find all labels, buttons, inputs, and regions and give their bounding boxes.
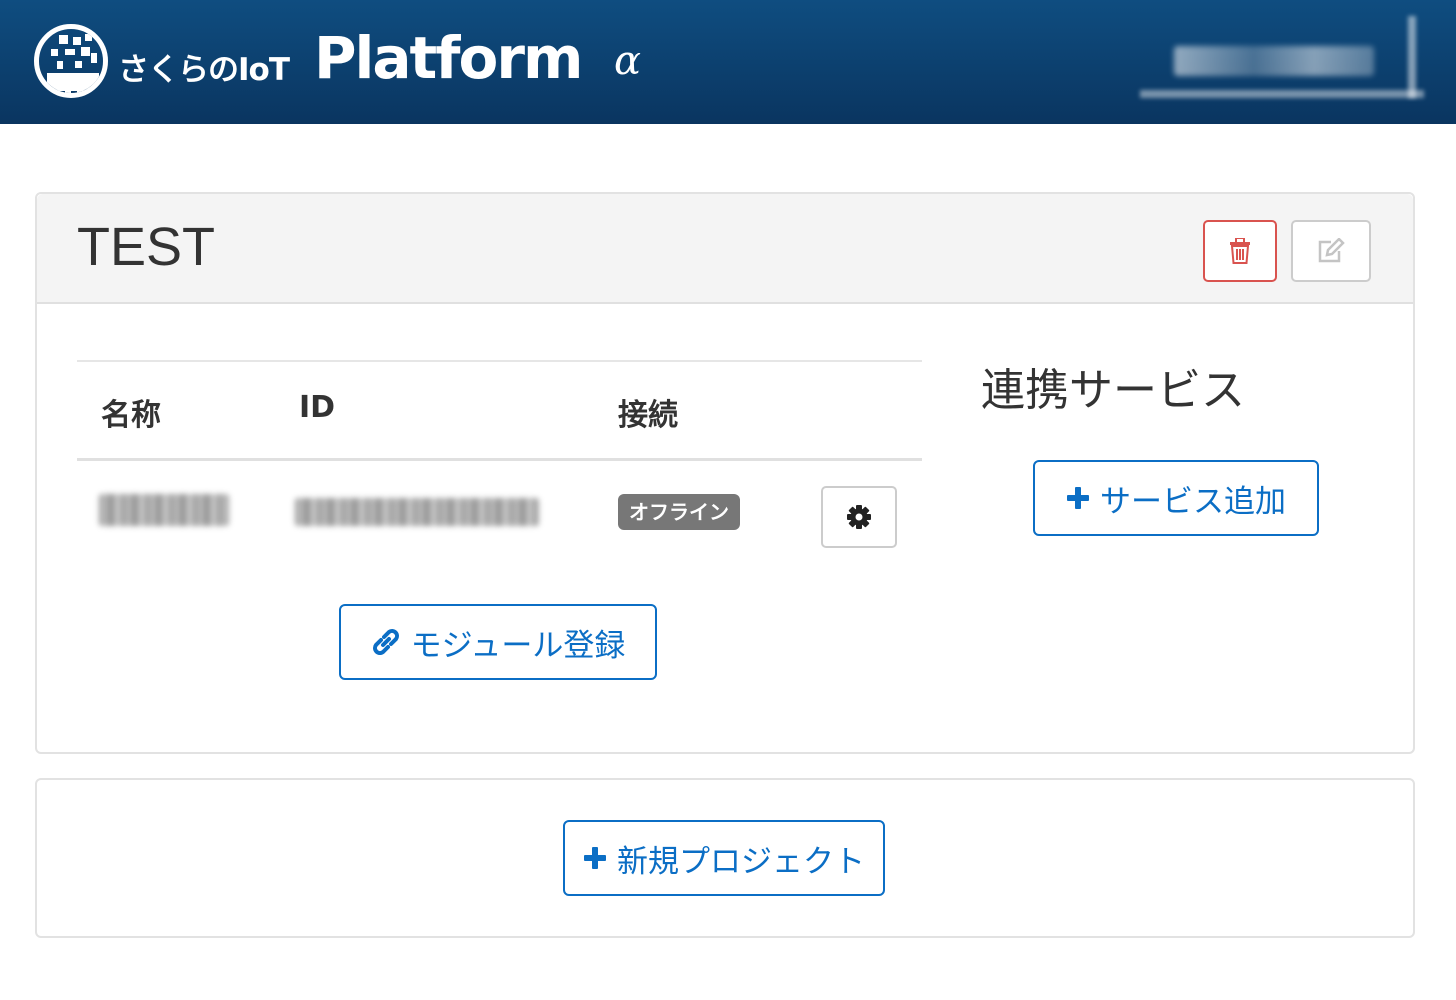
brand-alpha: α	[614, 38, 642, 84]
add-service-label: サービス追加	[1100, 483, 1286, 519]
module-id-value	[295, 498, 539, 526]
new-project-button[interactable]: 新規プロジェクト	[563, 820, 885, 896]
edit-project-button[interactable]	[1291, 220, 1371, 282]
brand-name-platform[interactable]: Platform	[314, 24, 583, 92]
linked-services-title: 連携サービス	[981, 365, 1245, 416]
brand-name-jp[interactable]: さくらのIoT	[118, 44, 290, 89]
register-module-button[interactable]: モジュール登録	[339, 604, 657, 680]
register-module-label: モジュール登録	[410, 627, 626, 663]
edit-icon	[1318, 238, 1345, 263]
caret-down-icon	[1408, 16, 1416, 98]
plus-icon	[1067, 487, 1089, 509]
project-title: TEST	[77, 217, 216, 277]
new-project-label: 新規プロジェクト	[617, 843, 865, 879]
link-icon	[372, 629, 399, 655]
user-menu-border	[1140, 90, 1424, 98]
trash-icon	[1230, 238, 1250, 264]
table-top-border	[77, 360, 922, 362]
column-header-id: ID	[299, 390, 336, 425]
project-panel-heading: TEST	[37, 194, 1413, 304]
new-project-panel: 新規プロジェクト	[35, 778, 1415, 938]
plus-icon	[584, 847, 606, 869]
project-panel: TEST 名称 ID 接続 オフライン モジュール登録 連携サービス サービス追…	[35, 192, 1415, 754]
sakura-iot-logo-icon[interactable]	[34, 24, 108, 98]
gear-icon	[847, 505, 871, 529]
module-name-value	[99, 494, 229, 526]
top-navbar: さくらのIoT Platform α	[0, 0, 1456, 124]
module-settings-button[interactable]	[821, 486, 897, 548]
user-icon	[1174, 46, 1374, 76]
delete-project-button[interactable]	[1203, 220, 1277, 282]
add-service-button[interactable]: サービス追加	[1033, 460, 1319, 536]
user-menu-dropdown[interactable]	[1140, 16, 1424, 98]
column-header-connection: 接続	[618, 398, 678, 433]
table-header-border	[77, 458, 922, 461]
column-header-name: 名称	[101, 398, 161, 433]
status-badge: オフライン	[618, 494, 740, 530]
